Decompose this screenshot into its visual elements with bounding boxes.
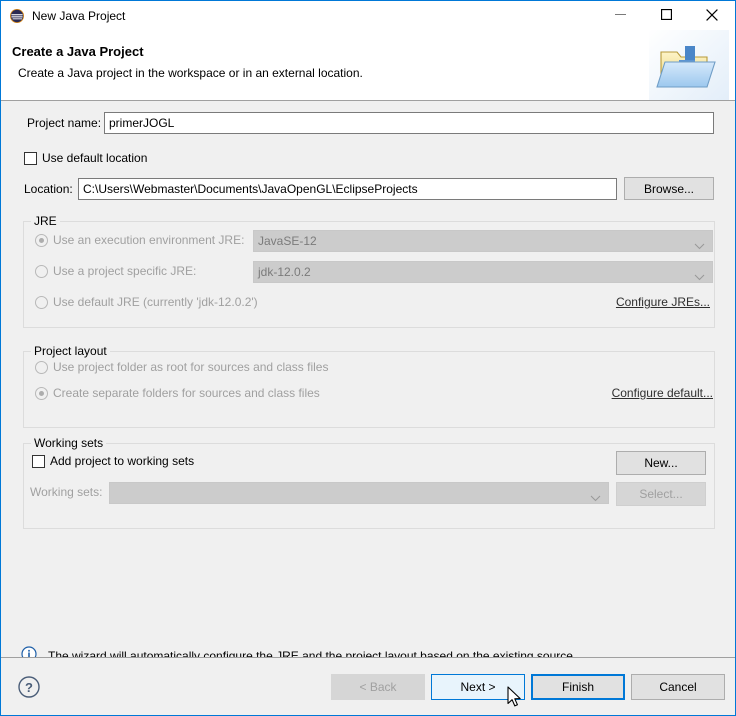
jre-project-specific-value: jdk-12.0.2 xyxy=(258,265,311,279)
working-sets-field-row: Working sets: xyxy=(30,485,102,499)
close-button[interactable] xyxy=(689,1,735,31)
location-label: Location: xyxy=(24,182,73,196)
jre-exec-env-value: JavaSE-12 xyxy=(258,234,317,248)
jre-default-label: Use default JRE (currently 'jdk-12.0.2') xyxy=(53,295,258,309)
jre-option-default[interactable]: Use default JRE (currently 'jdk-12.0.2') xyxy=(35,295,258,309)
project-name-input[interactable]: primerJOGL xyxy=(104,112,714,134)
jre-default-radio[interactable] xyxy=(35,295,48,309)
cancel-button[interactable]: Cancel xyxy=(631,674,725,700)
jre-project-specific-label: Use a project specific JRE: xyxy=(53,264,197,278)
svg-text:?: ? xyxy=(25,680,33,695)
working-sets-label: Working sets: xyxy=(30,485,103,499)
select-working-set-button[interactable]: Select... xyxy=(616,482,706,506)
finish-button-label: Finish xyxy=(561,680,594,694)
add-to-working-sets-row[interactable]: Add project to working sets xyxy=(32,454,194,468)
jre-exec-env-radio[interactable] xyxy=(35,233,48,247)
page-title: Create a Java Project xyxy=(12,44,144,59)
maximize-icon xyxy=(660,8,672,23)
project-layout-group-title: Project layout xyxy=(31,344,110,358)
project-name-value: primerJOGL xyxy=(109,116,175,130)
working-sets-group-title: Working sets xyxy=(31,436,107,450)
new-working-set-label: New... xyxy=(644,456,678,470)
browse-button[interactable]: Browse... xyxy=(624,177,714,200)
use-default-location-row[interactable]: Use default location xyxy=(24,151,147,165)
jre-option-project-specific[interactable]: Use a project specific JRE: xyxy=(35,264,196,278)
project-name-row: Project name: xyxy=(27,116,101,130)
project-name-label: Project name: xyxy=(27,116,102,130)
new-working-set-button[interactable]: New... xyxy=(616,451,706,475)
java-project-folder-icon xyxy=(649,30,729,100)
chevron-down-icon xyxy=(590,491,601,505)
browse-button-label: Browse... xyxy=(643,181,694,196)
chevron-down-icon xyxy=(694,239,705,253)
configure-jres-link[interactable]: Configure JREs... xyxy=(616,295,710,309)
use-default-location-label: Use default location xyxy=(42,151,148,165)
back-button[interactable]: < Back xyxy=(331,674,425,700)
project-layout-root-radio[interactable] xyxy=(35,360,48,374)
jre-group-title: JRE xyxy=(31,214,60,228)
window-controls xyxy=(597,1,735,31)
title-bar: New Java Project xyxy=(1,1,735,31)
project-layout-option-separate[interactable]: Create separate folders for sources and … xyxy=(35,386,320,400)
jre-project-specific-combo[interactable]: jdk-12.0.2 xyxy=(253,261,713,283)
help-button[interactable]: ? xyxy=(17,675,41,699)
maximize-button[interactable] xyxy=(643,1,689,31)
chevron-down-icon xyxy=(694,270,705,284)
project-layout-root-label: Use project folder as root for sources a… xyxy=(53,360,329,374)
wizard-body: Project name: primerJOGL Use default loc… xyxy=(1,101,735,663)
page-description: Create a Java project in the workspace o… xyxy=(18,66,363,80)
add-to-working-sets-checkbox[interactable] xyxy=(32,454,45,468)
window-title: New Java Project xyxy=(32,9,126,23)
add-to-working-sets-label: Add project to working sets xyxy=(50,454,195,468)
project-layout-separate-label: Create separate folders for sources and … xyxy=(53,386,320,400)
jre-project-specific-radio[interactable] xyxy=(35,264,48,278)
footer-buttons: < Back Next > Finish Cancel xyxy=(331,674,725,700)
next-button-label: Next > xyxy=(460,680,496,694)
help-icon: ? xyxy=(17,676,41,702)
project-layout-separate-radio[interactable] xyxy=(35,386,48,400)
back-button-label: < Back xyxy=(359,680,397,694)
configure-default-link[interactable]: Configure default... xyxy=(612,386,713,400)
wizard-header: Create a Java Project Create a Java proj… xyxy=(1,30,735,101)
finish-button[interactable]: Finish xyxy=(531,674,625,700)
next-button[interactable]: Next > xyxy=(431,674,525,700)
project-layout-option-root[interactable]: Use project folder as root for sources a… xyxy=(35,360,328,374)
location-row: Location: xyxy=(24,182,73,196)
working-sets-combo[interactable] xyxy=(109,482,609,504)
jre-option-execution-environment[interactable]: Use an execution environment JRE: xyxy=(35,233,244,247)
location-input[interactable]: C:\Users\Webmaster\Documents\JavaOpenGL\… xyxy=(78,178,617,200)
minimize-button[interactable] xyxy=(597,1,643,31)
new-java-project-dialog: New Java Project Create a Java Project C… xyxy=(0,0,736,716)
dialog-footer: ? < Back Next > Finish Cancel xyxy=(1,657,735,715)
use-default-location-checkbox[interactable] xyxy=(24,151,37,165)
jre-exec-env-label: Use an execution environment JRE: xyxy=(53,233,245,247)
eclipse-icon xyxy=(9,8,25,24)
minimize-icon xyxy=(614,9,626,23)
location-value: C:\Users\Webmaster\Documents\JavaOpenGL\… xyxy=(83,182,418,196)
jre-exec-env-combo[interactable]: JavaSE-12 xyxy=(253,230,713,252)
close-icon xyxy=(706,8,718,24)
select-working-set-label: Select... xyxy=(639,487,683,501)
cancel-button-label: Cancel xyxy=(659,680,697,694)
